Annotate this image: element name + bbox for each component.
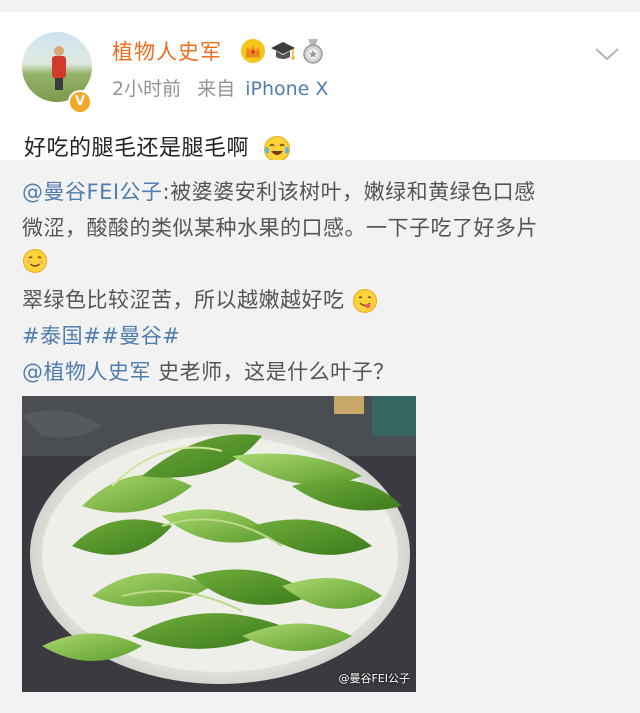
verified-v-icon: V — [68, 90, 92, 114]
repost-mention[interactable]: @曼谷FEI公子 — [22, 180, 163, 204]
repost-mention-2[interactable]: @植物人史军 — [22, 360, 151, 384]
repost-line-6: @植物人史军 史老师，这是什么叶子？ — [22, 356, 395, 386]
from-label: 来自 — [197, 78, 236, 100]
username[interactable]: 植物人史军 — [112, 36, 222, 66]
crown-icon[interactable] — [240, 38, 266, 64]
post-time: 2小时前 — [112, 78, 182, 100]
graduation-cap-icon[interactable] — [270, 38, 296, 64]
crying-laughing-emoji — [263, 136, 290, 162]
repost-line-2: 微涩，酸酸的类似某种水果的口感。一下子吃了好多片 — [22, 216, 538, 240]
repost-text-1: :被婆婆安利该树叶，嫩绿和黄绿色口感 — [162, 180, 536, 204]
device-link[interactable]: iPhone X — [245, 78, 328, 100]
chevron-down-icon[interactable] — [594, 46, 620, 62]
weibo-post: V 植物人史军 2小时前 来自 iPhone X 好吃的腿毛还是腿毛啊 — [0, 12, 640, 163]
repost-line-1: @曼谷FEI公子:被婆婆安利该树叶，嫩绿和黄绿色口感 — [22, 176, 536, 206]
post-meta: 2小时前 来自 iPhone X — [112, 74, 328, 101]
medal-icon[interactable] — [300, 38, 326, 64]
post-text: 好吃的腿毛还是腿毛啊 — [24, 130, 291, 163]
leaves-photo[interactable]: @曼谷FEI公子 — [22, 396, 416, 692]
avatar-person — [52, 46, 66, 90]
repost-line-3 — [22, 248, 48, 274]
repost-text-4: 翠绿色比较涩苦，所以越嫩越好吃 — [22, 288, 345, 312]
top-band — [0, 0, 640, 12]
yum-emoji — [352, 289, 377, 313]
topic-tags[interactable]: #泰国##曼谷# — [22, 320, 180, 350]
leaves-photo-image — [22, 396, 416, 692]
photo-watermark: @曼谷FEI公子 — [338, 672, 410, 685]
post-text-content: 好吃的腿毛还是腿毛啊 — [24, 136, 250, 161]
repost-line-4: 翠绿色比较涩苦，所以越嫩越好吃 — [22, 284, 378, 314]
smile-emoji — [23, 249, 47, 273]
repost-block[interactable]: @曼谷FEI公子:被婆婆安利该树叶，嫩绿和黄绿色口感 微涩，酸酸的类似某种水果的… — [0, 160, 640, 713]
repost-question: 史老师，这是什么叶子？ — [151, 360, 395, 384]
